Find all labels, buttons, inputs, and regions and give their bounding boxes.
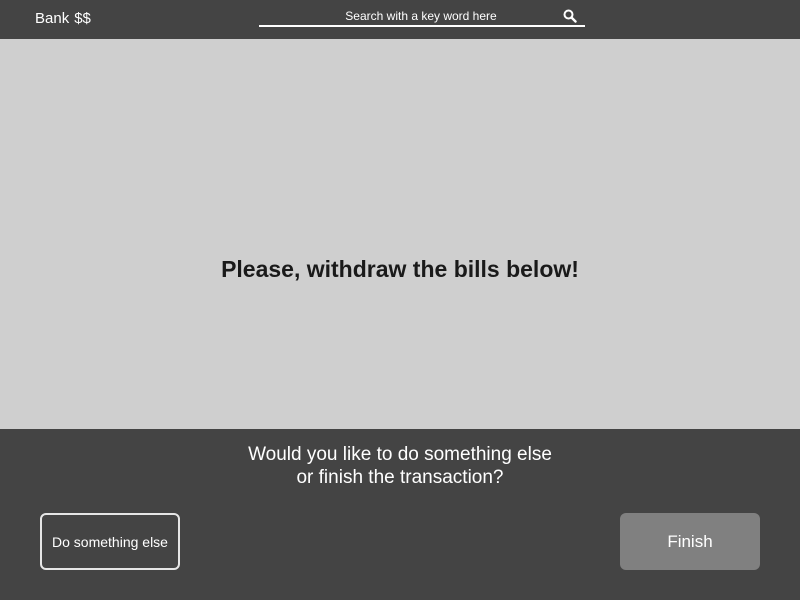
brand[interactable]: Bank $$ — [35, 10, 91, 28]
prompt-line-2: or finish the transaction? — [296, 467, 504, 488]
prompt-line-1: Would you like to do something else — [248, 444, 552, 465]
main-content: Please, withdraw the bills below! — [0, 39, 800, 429]
finish-button[interactable]: Finish — [620, 513, 760, 570]
brand-name: Bank — [35, 10, 70, 27]
search-bar — [259, 6, 585, 27]
next-step-prompt: Would you like to do something else or f… — [0, 443, 800, 489]
withdraw-message: Please, withdraw the bills below! — [221, 256, 579, 282]
action-footer: Would you like to do something else or f… — [0, 429, 800, 600]
do-something-else-button[interactable]: Do something else — [40, 513, 180, 570]
search-icon[interactable] — [563, 9, 577, 23]
search-input[interactable] — [259, 6, 559, 25]
brand-symbol: $$ — [74, 10, 91, 27]
top-bar: Bank $$ — [0, 0, 800, 39]
